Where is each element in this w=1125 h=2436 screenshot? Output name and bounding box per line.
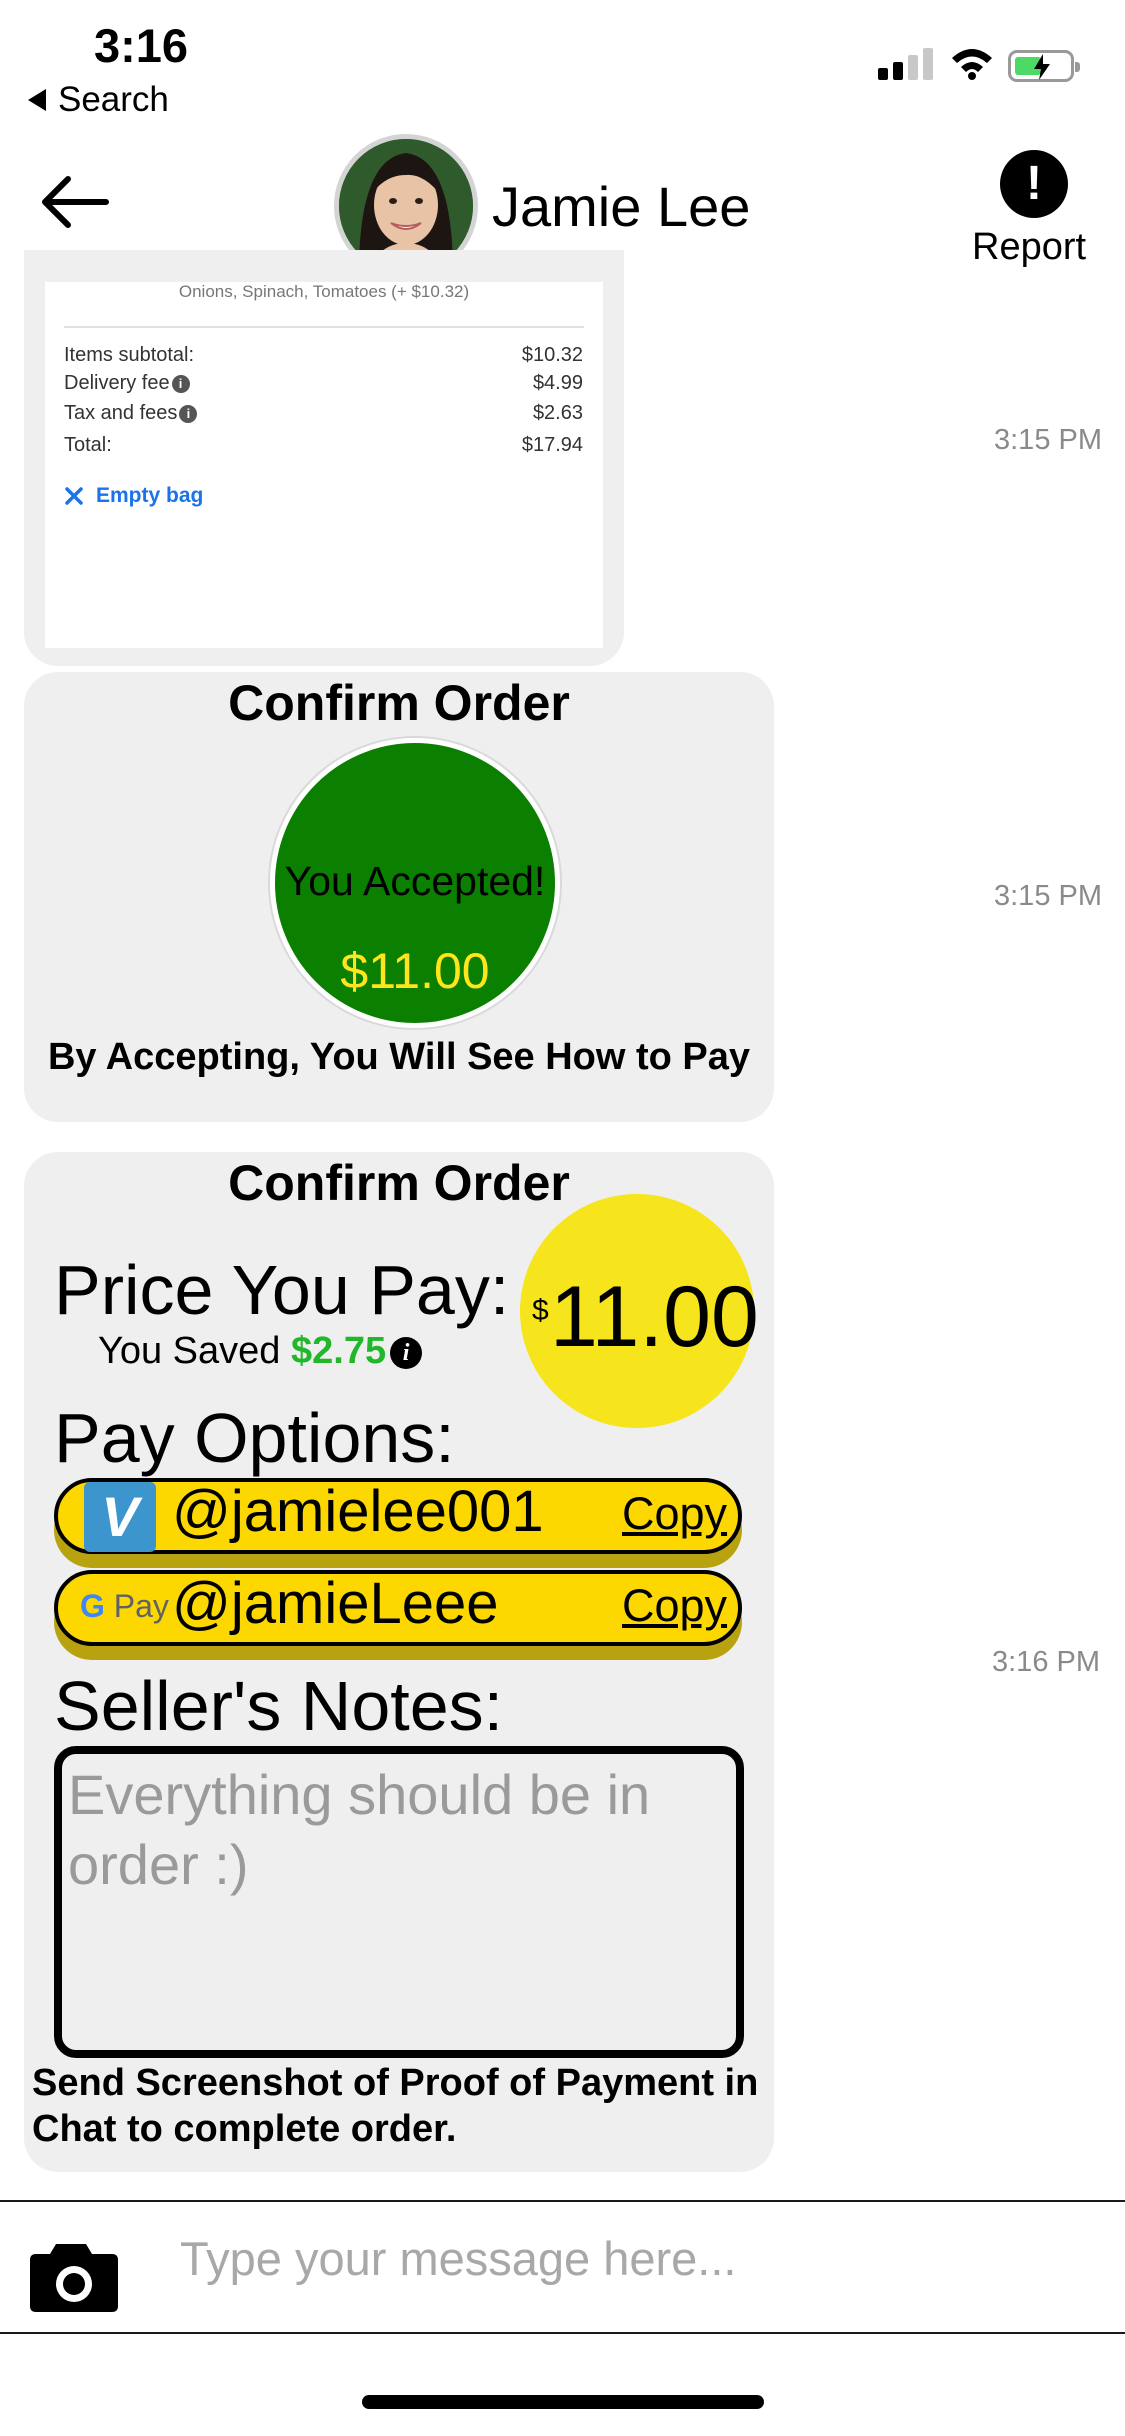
sellers-notes-label: Seller's Notes: <box>54 1667 504 1745</box>
savings-row: You Saved $2.75 i <box>98 1330 423 1373</box>
composer-divider <box>0 2200 1125 2202</box>
message-timestamp: 3:16 PM <box>992 1646 1100 1678</box>
receipt-divider <box>64 326 584 328</box>
info-icon[interactable]: i <box>390 1336 423 1369</box>
copy-venmo-button[interactable]: Copy <box>622 1488 727 1540</box>
receipt-delivery-fee-row: Delivery fee i <box>64 372 190 395</box>
back-triangle-icon <box>28 89 46 111</box>
info-icon[interactable]: i <box>171 374 190 393</box>
wifi-icon <box>950 46 994 85</box>
google-pay-handle: @jamieLeee <box>172 1571 499 1636</box>
back-arrow-icon[interactable] <box>38 172 110 237</box>
accepted-price: $11.00 <box>340 943 490 999</box>
receipt-total-label: Total: <box>64 434 112 456</box>
price-you-pay-label: Price You Pay: <box>54 1251 510 1329</box>
accepted-status-text: You Accepted! <box>284 858 546 904</box>
receipt-delivery-fee-value: $4.99 <box>532 372 583 394</box>
composer-divider <box>0 2332 1125 2334</box>
confirm-order-title: Confirm Order <box>228 675 570 731</box>
info-icon[interactable]: i <box>179 404 198 423</box>
contact-name: Jamie Lee <box>492 175 751 238</box>
close-icon <box>65 487 83 505</box>
report-button[interactable]: Report <box>972 226 1086 269</box>
message-timestamp: 3:15 PM <box>994 424 1102 456</box>
receipt-card <box>45 282 603 648</box>
message-input[interactable] <box>180 2226 1080 2290</box>
saved-amount: $2.75 <box>291 1330 387 1372</box>
camera-icon[interactable] <box>28 2240 120 2319</box>
proof-of-payment-note: Send Screenshot of Proof of Payment in C… <box>32 2062 759 2150</box>
price-currency: $ <box>532 1294 549 1327</box>
receipt-delivery-fee-label: Delivery fee <box>64 372 170 394</box>
price-amount: 11.00 <box>550 1269 759 1365</box>
status-time: 3:16 <box>94 19 189 72</box>
venmo-logo-icon: V <box>84 1482 156 1552</box>
google-pay-logo-icon: G Pay <box>80 1588 169 1624</box>
message-timestamp: 3:15 PM <box>994 880 1102 912</box>
saved-label: You Saved <box>98 1330 281 1372</box>
receipt-tax-row: Tax and fees i <box>64 402 198 425</box>
signal-icon <box>878 48 933 80</box>
receipt-total-value: $17.94 <box>521 434 583 456</box>
back-to-search-link[interactable]: Search <box>28 80 169 120</box>
empty-bag-button[interactable]: Empty bag <box>64 484 203 508</box>
receipt-items-note: Onions, Spinach, Tomatoes (+ $10.32) <box>178 282 470 301</box>
empty-bag-label: Empty bag <box>96 484 204 507</box>
accepting-note: By Accepting, You Will See How to Pay <box>47 1036 751 1078</box>
venmo-handle: @jamielee001 <box>172 1479 544 1544</box>
battery-charging-icon <box>1008 50 1080 82</box>
google-pay-logo-text: Pay <box>113 1588 169 1624</box>
receipt-tax-value: $2.63 <box>532 402 583 424</box>
receipt-tax-label: Tax and fees <box>64 402 178 424</box>
home-indicator[interactable] <box>362 2395 764 2409</box>
receipt-subtotal-value: $10.32 <box>521 344 583 366</box>
receipt-subtotal-label: Items subtotal: <box>64 344 195 366</box>
sellers-notes-text: Everything should be in order :) <box>68 1763 651 1896</box>
alert-icon[interactable]: ! <box>1000 150 1068 218</box>
back-app-label: Search <box>58 80 169 119</box>
copy-google-pay-button[interactable]: Copy <box>622 1580 727 1632</box>
pay-options-label: Pay Options: <box>54 1399 455 1477</box>
